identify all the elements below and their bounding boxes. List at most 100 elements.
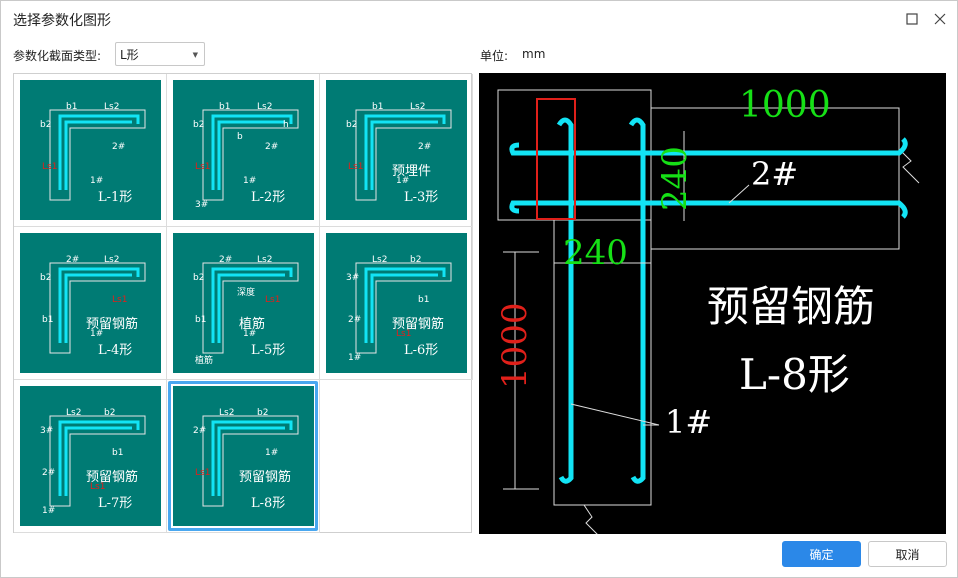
dim-top-label: 1000 <box>739 85 831 126</box>
thumbnail-name: L-2形 <box>251 190 286 205</box>
unit-label: 单位: <box>480 49 509 63</box>
thumbnail-label: b2 <box>257 408 269 418</box>
preview-name: L-8形 <box>739 350 850 399</box>
thumbnail-drawing <box>49 109 146 201</box>
thumbnail-label: 2# <box>193 426 207 436</box>
thumbnail-drawing <box>355 109 452 201</box>
shape-thumbnail: Ls2 b2 3# 2# b1 Ls1 1# 预留钢筋 L-6形 <box>326 233 467 373</box>
thumbnail-title: 预留钢筋 <box>86 317 139 332</box>
section-type-select[interactable]: L形 ▼ <box>115 42 205 66</box>
break-mark-bottom <box>583 504 598 534</box>
dialog: 选择参数化图形 参数化截面类型: L形 ▼ 单位: mm b1 Ls2 b2 Ls1 2… <box>0 0 958 578</box>
dim-left-label: 1000 <box>495 302 535 389</box>
dim-width-label: 240 <box>563 233 628 273</box>
thumbnail-label: h <box>283 120 289 130</box>
thumbnail-label: Ls2 <box>410 102 426 112</box>
thumbnail-drawing <box>355 262 452 354</box>
shape-thumbnail: Ls2 b2 2# Ls1 1# 预留钢筋 L-8形 <box>173 386 314 526</box>
shape-grid: b1 Ls2 b2 Ls1 2# 1# L-1形 b1 Ls2 b2 Ls1 2# 1# 3# b h L-2… <box>13 73 473 533</box>
rebar-line-inner <box>217 426 285 496</box>
thumbnail-label: 3# <box>195 200 209 210</box>
thumbnail-label: b1 <box>66 102 78 112</box>
thumbnail-label: Ls2 <box>257 255 273 265</box>
ok-button[interactable]: 确定 <box>782 541 861 567</box>
thumbnail-label: Ls2 <box>257 102 273 112</box>
thumbnail-label: b2 <box>410 255 422 265</box>
shape-cell-l1[interactable]: b1 Ls2 b2 Ls1 2# 1# L-1形 <box>14 74 167 227</box>
thumbnail-drawing <box>49 262 146 354</box>
dim-height-label: 240 <box>655 146 695 211</box>
shape-thumbnail: b1 Ls2 b2 Ls1 2# 1# 预埋件 L-3形 <box>326 80 467 220</box>
close-icon <box>934 13 946 25</box>
thumbnail-label: 2# <box>112 142 126 152</box>
thumbnail-label: 3# <box>40 426 54 436</box>
thumbnail-label: 2# <box>348 315 362 325</box>
thumbnail-label: Ls2 <box>104 102 120 112</box>
thumbnail-label: b2 <box>104 408 116 418</box>
bar1-label: 1# <box>665 403 713 441</box>
thumbnail-label: Ls1 <box>265 295 281 305</box>
thumbnail-label: 3# <box>346 273 360 283</box>
thumbnail-label: 1# <box>90 176 104 186</box>
shape-cell-l3[interactable]: b1 Ls2 b2 Ls1 2# 1# 预埋件 L-3形 <box>320 74 473 227</box>
maximize-button[interactable] <box>902 9 922 29</box>
thumbnail-name: L-1形 <box>98 190 133 205</box>
unit-value: mm <box>522 47 546 61</box>
thumbnail-label: b2 <box>193 120 205 130</box>
thumbnail-label: b1 <box>112 448 124 458</box>
close-button[interactable] <box>930 9 950 29</box>
thumbnail-label: b2 <box>346 120 358 130</box>
shape-cell-l6[interactable]: Ls2 b2 3# 2# b1 Ls1 1# 预留钢筋 L-6形 <box>320 227 473 380</box>
thumbnail-name: L-3形 <box>404 190 439 205</box>
thumbnail-label: Ls1 <box>195 468 211 478</box>
thumbnail-label: b1 <box>42 315 54 325</box>
thumbnail-drawing <box>202 109 299 201</box>
window-title: 选择参数化图形 <box>13 13 111 29</box>
preview-title: 预留钢筋 <box>707 282 876 331</box>
thumbnail-drawing <box>202 262 299 354</box>
thumbnail-title: 植筋 <box>239 317 266 332</box>
shape-cell-l5[interactable]: 2# Ls2 b2 b1 Ls1 1# 植筋 深度 植筋 L-5形 <box>167 227 320 380</box>
thumbnail-label: 1# <box>348 353 362 363</box>
thumbnail-drawing <box>49 415 146 507</box>
thumbnail-label: b2 <box>40 120 52 130</box>
thumbnail-name: L-4形 <box>98 343 133 358</box>
shape-thumbnail: Ls2 b2 3# 2# b1 Ls1 1# 预留钢筋 L-7形 <box>20 386 161 526</box>
shape-thumbnail: b1 Ls2 b2 Ls1 2# 1# 3# b h L-2形 <box>173 80 314 220</box>
thumbnail-label: b1 <box>418 295 430 305</box>
thumbnail-name: L-7形 <box>98 496 133 511</box>
rebar-1-right <box>628 117 646 484</box>
shape-thumbnail: b1 Ls2 b2 Ls1 2# 1# L-1形 <box>20 80 161 220</box>
thumbnail-label: Ls2 <box>219 408 235 418</box>
thumbnail-label: 1# <box>42 506 56 516</box>
thumbnail-label: 2# <box>66 255 80 265</box>
thumbnail-label: 植筋 <box>195 356 214 366</box>
thumbnail-label: b1 <box>372 102 384 112</box>
thumbnail-title: 预留钢筋 <box>239 470 292 485</box>
thumbnail-label: 深度 <box>237 288 256 298</box>
shape-cell-l8[interactable]: Ls2 b2 2# Ls1 1# 预留钢筋 L-8形 <box>167 380 320 533</box>
title-bar: 选择参数化图形 <box>1 1 957 37</box>
shape-preview: 1000 240 240 1000 2# 1# 预留钢筋 L-8形 <box>479 73 946 534</box>
thumbnail-label: Ls1 <box>42 162 58 172</box>
break-mark-right <box>898 148 920 184</box>
shape-cell-l7[interactable]: Ls2 b2 3# 2# b1 Ls1 1# 预留钢筋 L-7形 <box>14 380 167 533</box>
shape-cell-l4[interactable]: 2# Ls2 b2 b1 Ls1 1# 预留钢筋 L-4形 <box>14 227 167 380</box>
thumbnail-label: 1# <box>243 176 257 186</box>
thumbnail-label: Ls1 <box>112 295 128 305</box>
thumbnail-label: 1# <box>265 448 279 458</box>
cancel-button[interactable]: 取消 <box>868 541 947 567</box>
thumbnail-label: b2 <box>193 273 205 283</box>
thumbnail-label: b2 <box>40 273 52 283</box>
shape-cell-l2[interactable]: b1 Ls2 b2 Ls1 2# 1# 3# b h L-2形 <box>167 74 320 227</box>
thumbnail-title: 预埋件 <box>392 164 432 179</box>
thumbnail-label: Ls1 <box>348 162 364 172</box>
thumbnail-label: Ls1 <box>195 162 211 172</box>
thumbnail-name: L-6形 <box>404 343 439 358</box>
thumbnail-name: L-8形 <box>251 496 286 511</box>
shape-thumbnail: 2# Ls2 b2 b1 Ls1 1# 预留钢筋 L-4形 <box>20 233 161 373</box>
thumbnail-title: 预留钢筋 <box>392 317 445 332</box>
thumbnail-label: 2# <box>418 142 432 152</box>
thumbnail-label: b <box>237 132 243 142</box>
section-type-label: 参数化截面类型: <box>13 49 102 63</box>
